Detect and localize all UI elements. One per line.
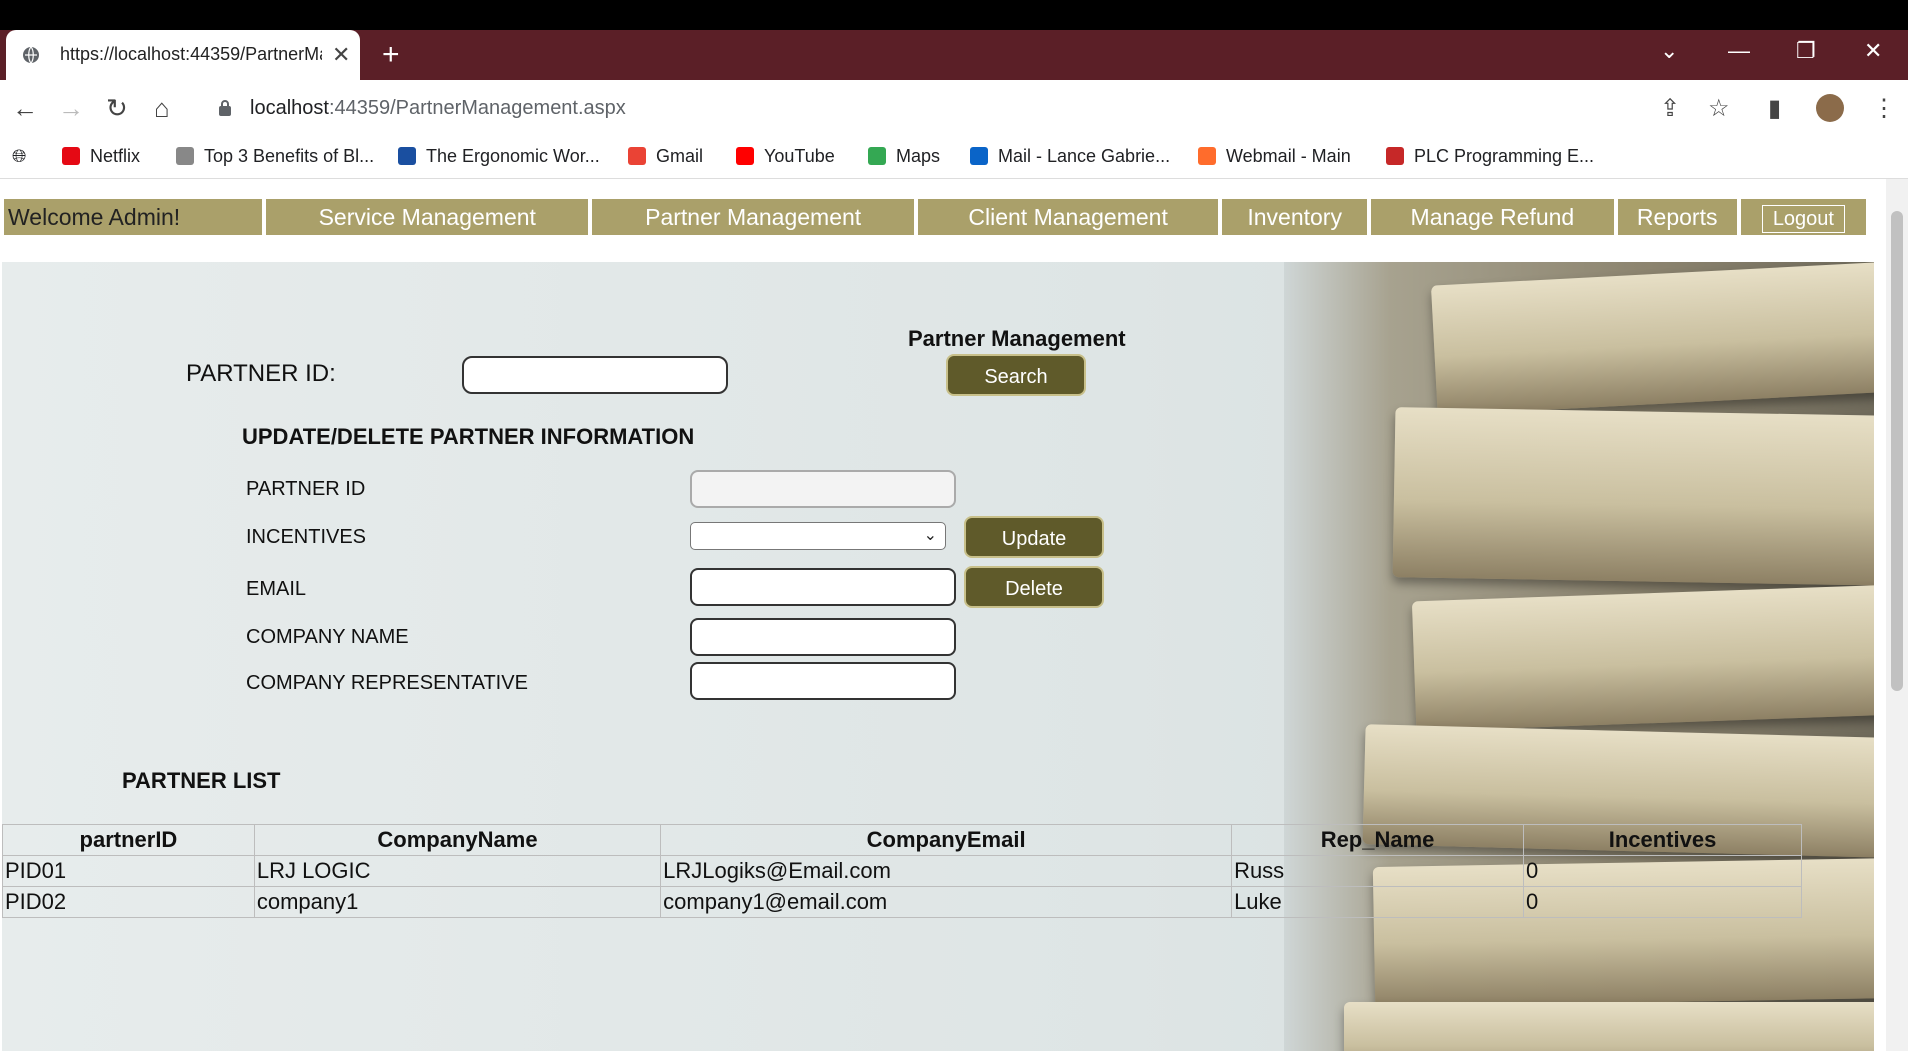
nav-partner-management[interactable]: Partner Management [592, 199, 915, 235]
share-icon[interactable]: ⇪ [1660, 94, 1680, 123]
column-header[interactable]: partnerID [2, 824, 255, 856]
lock-icon [219, 100, 231, 116]
bookmark-top3[interactable]: Top 3 Benefits of Bl... [176, 146, 374, 167]
incentives-select[interactable]: ⌄ [690, 522, 946, 550]
table-cell: PID02 [2, 886, 255, 918]
table-cell: Russ [1231, 855, 1525, 887]
main-nav: Welcome Admin! Service Management Partne… [4, 199, 1870, 235]
search-button[interactable]: Search [946, 354, 1086, 396]
nav-manage-refund[interactable]: Manage Refund [1371, 199, 1614, 235]
chevron-down-icon: ⌄ [923, 527, 937, 544]
forward-icon[interactable]: → [58, 93, 84, 124]
company-name-field[interactable] [690, 618, 956, 656]
bookmarks-bar: 🌐︎ Netflix Top 3 Benefits of Bl... The E… [0, 138, 1908, 179]
nav-inventory[interactable]: Inventory [1222, 199, 1368, 235]
tab-title: https://localhost:44359/PartnerManagemen… [60, 44, 322, 64]
company-name-label: COMPANY NAME [246, 626, 409, 648]
logout-button[interactable]: Logout [1761, 205, 1845, 233]
page-scrollbar[interactable] [1886, 179, 1908, 1051]
bookmark-gmail[interactable]: Gmail [628, 146, 703, 167]
incentives-label: INCENTIVES [246, 526, 367, 548]
partner-id-field [690, 470, 956, 508]
bookmark-ergonomic[interactable]: The Ergonomic Wor... [398, 146, 600, 167]
table-header-row: partnerID CompanyName CompanyEmail Rep_N… [2, 824, 1802, 856]
search-partner-id-label: PARTNER ID: [186, 360, 336, 387]
company-rep-field[interactable] [690, 662, 956, 700]
bookmark-mail[interactable]: Mail - Lance Gabrie... [970, 146, 1170, 167]
browser-toolbar: ← → ↻ ⌂ localhost:44359/PartnerManagemen… [0, 80, 1908, 138]
email-label: EMAIL [246, 578, 307, 600]
page-title: Partner Management [908, 326, 1126, 351]
gmail-icon [628, 147, 646, 165]
home-icon[interactable]: ⌂ [154, 93, 170, 124]
pt-icon [398, 147, 416, 165]
page-content: Welcome Admin! Service Management Partne… [0, 179, 1908, 1051]
url-text: localhost:44359/PartnerManagement.aspx [250, 97, 626, 119]
bookmark-plc[interactable]: PLC Programming E... [1386, 146, 1594, 167]
partner-list-title: PARTNER LIST [122, 768, 281, 793]
outlook-icon [970, 147, 988, 165]
profile-avatar[interactable] [1816, 94, 1844, 122]
menu-kebab-icon[interactable]: ⋮ [1872, 94, 1896, 123]
nav-client-management[interactable]: Client Management [918, 199, 1219, 235]
table-cell: Luke [1231, 886, 1525, 918]
blog-icon [176, 147, 194, 165]
column-header[interactable]: Incentives [1523, 824, 1802, 856]
maps-icon [868, 147, 886, 165]
table-cell: company1@email.com [660, 886, 1233, 918]
company-rep-label: COMPANY REPRESENTATIVE [246, 672, 528, 694]
apps-globe-icon[interactable]: 🌐︎ [12, 146, 26, 167]
tab-search-icon[interactable]: ⌄ [1660, 38, 1678, 64]
welcome-text: Welcome Admin! [4, 199, 263, 235]
email-field[interactable] [690, 568, 956, 606]
restore-icon[interactable]: ❐ [1796, 38, 1816, 64]
side-panel-icon[interactable]: ▮ [1768, 94, 1781, 123]
partner-table: partnerID CompanyName CompanyEmail Rep_N… [2, 824, 1802, 918]
nav-service-management[interactable]: Service Management [266, 199, 589, 235]
nav-reports[interactable]: Reports [1617, 199, 1737, 235]
bookmark-star-icon[interactable]: ☆ [1708, 94, 1730, 123]
table-row: PID02 company1 company1@email.com Luke 0 [2, 886, 1802, 918]
bookmark-maps[interactable]: Maps [868, 146, 940, 167]
table-cell: 0 [1523, 886, 1802, 918]
table-cell: 0 [1523, 855, 1802, 887]
nav-logout-cell: Logout [1740, 199, 1866, 235]
scrollbar-thumb[interactable] [1891, 211, 1903, 691]
bookmark-youtube[interactable]: YouTube [736, 146, 835, 167]
youtube-icon [736, 147, 754, 165]
update-button[interactable]: Update [964, 516, 1104, 558]
table-cell: LRJLogiks@Email.com [660, 855, 1233, 887]
column-header[interactable]: CompanyName [253, 824, 662, 856]
browser-tab[interactable]: https://localhost:44359/PartnerManagemen… [6, 30, 360, 80]
tab-close-icon[interactable]: ✕ [332, 42, 350, 68]
cpanel-icon [1198, 147, 1216, 165]
globe-icon [23, 46, 39, 64]
window-close-icon[interactable]: ✕ [1864, 38, 1882, 64]
back-icon[interactable]: ← [12, 93, 38, 124]
reload-icon[interactable]: ↻ [106, 93, 128, 124]
update-section-title: UPDATE/DELETE PARTNER INFORMATION [242, 424, 695, 449]
content-panel: Partner Management PARTNER ID: Search UP… [2, 262, 1874, 1051]
minimize-icon[interactable]: — [1728, 38, 1750, 64]
new-tab-icon[interactable]: + [382, 38, 400, 72]
netflix-icon [62, 147, 80, 165]
delete-button[interactable]: Delete [964, 566, 1104, 608]
address-bar[interactable]: localhost:44359/PartnerManagement.aspx [200, 88, 1676, 130]
table-cell: LRJ LOGIC [253, 855, 662, 887]
column-header[interactable]: CompanyEmail [660, 824, 1233, 856]
table-cell: company1 [253, 886, 662, 918]
partner-id-label: PARTNER ID [246, 478, 366, 500]
plc-icon [1386, 147, 1404, 165]
browser-titlebar: https://localhost:44359/PartnerManagemen… [0, 30, 1908, 80]
books-background-image [1284, 262, 1874, 1051]
bookmark-netflix[interactable]: Netflix [62, 146, 140, 167]
table-row: PID01 LRJ LOGIC LRJLogiks@Email.com Russ… [2, 855, 1802, 887]
bookmark-webmail[interactable]: Webmail - Main [1198, 146, 1351, 167]
table-cell: PID01 [2, 855, 255, 887]
column-header[interactable]: Rep_Name [1231, 824, 1525, 856]
search-partner-id-input[interactable] [462, 356, 728, 394]
